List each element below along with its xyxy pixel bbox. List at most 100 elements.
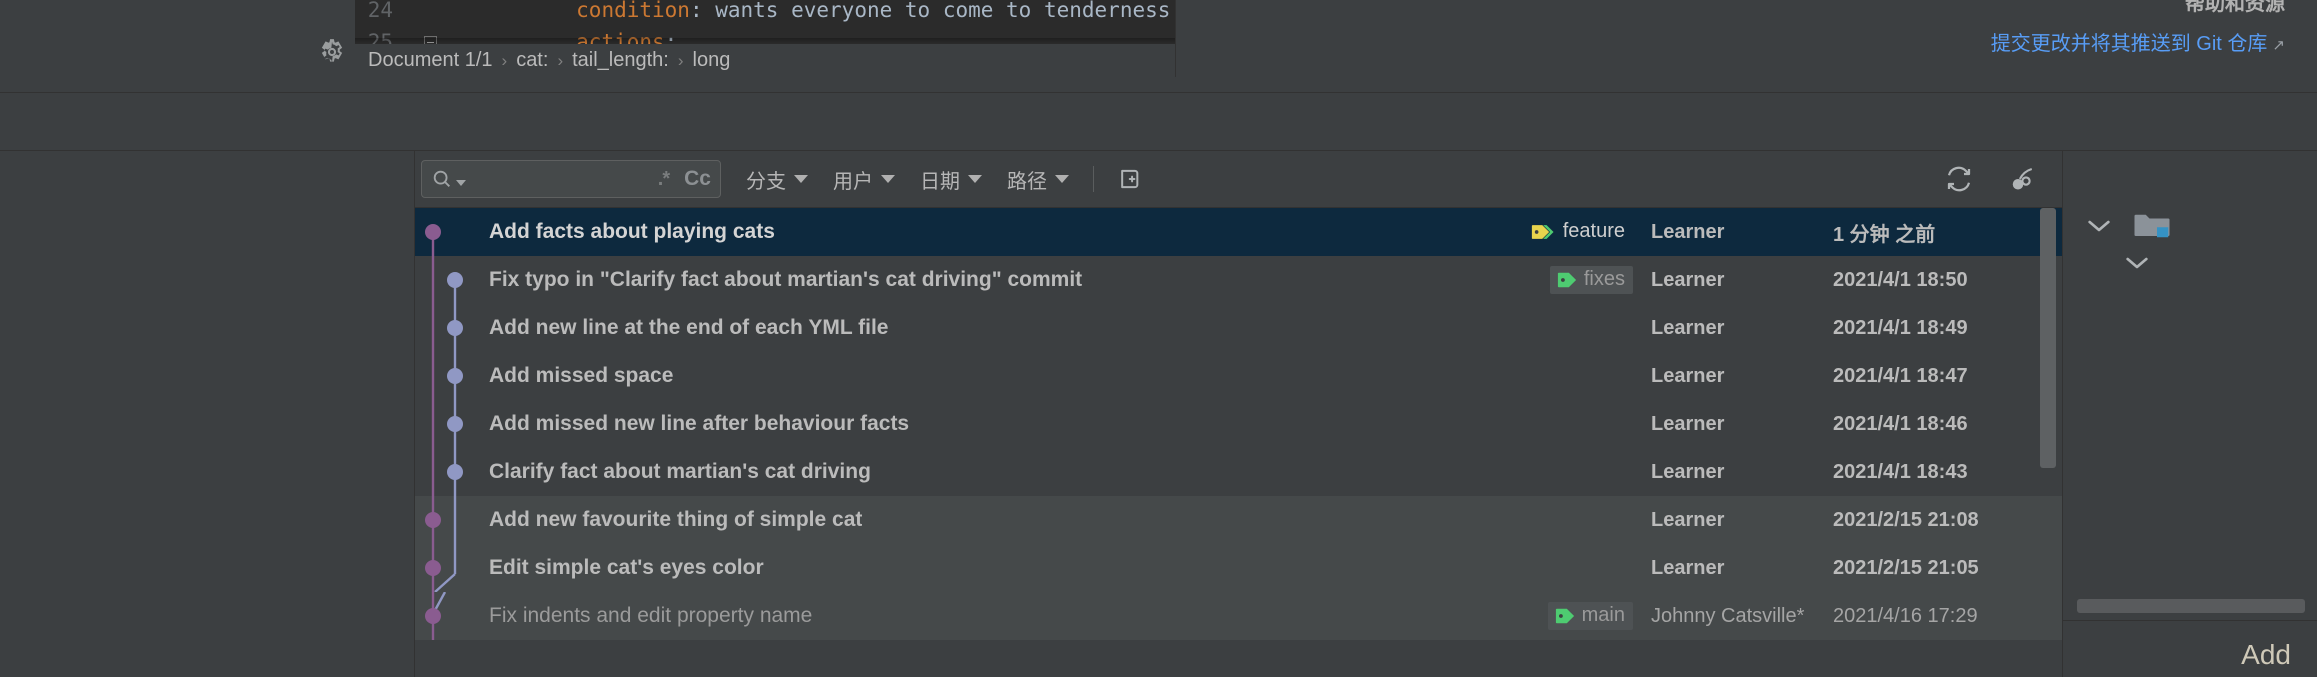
breadcrumb-item-cat[interactable]: cat: [516, 49, 548, 72]
gear-icon[interactable] [318, 38, 346, 66]
search-icon [433, 170, 450, 187]
commit-author: Learner [1651, 316, 1725, 339]
commit-node [425, 608, 441, 624]
commit-author: Johnny Catsville* [1651, 604, 1805, 627]
branch-tag-icon [1557, 272, 1576, 287]
folder-icon[interactable] [2133, 211, 2171, 246]
ref-chip-main[interactable]: main [1547, 602, 1633, 630]
breadcrumb-item-document[interactable]: Document 1/1 [368, 49, 493, 72]
commit-author: Learner [1651, 412, 1725, 435]
commit-subject: Edit simple cat's eyes color [489, 556, 764, 579]
breadcrumb-separator: › [557, 50, 564, 70]
ref-chip-feature[interactable]: feature [1525, 218, 1633, 246]
commit-subject: Clarify fact about martian's cat driving [489, 460, 871, 483]
ref-chip-fixes[interactable]: fixes [1549, 266, 1633, 294]
regex-toggle[interactable]: .* [658, 168, 670, 191]
filter-date[interactable]: 日期 [920, 165, 982, 194]
external-link-icon: ↗ [2272, 37, 2285, 54]
commit-list[interactable]: Add facts about playing cats feature Lea… [415, 208, 2063, 677]
code-key: condition [576, 0, 690, 22]
commit-refs: fixes [1393, 266, 1633, 294]
right-panel-horizontal-scrollbar[interactable] [2077, 599, 2305, 613]
filter-branch[interactable]: 分支 [746, 165, 808, 194]
refresh-icon[interactable] [1944, 164, 1974, 194]
table-row[interactable]: Add missed new line after behaviour fact… [415, 400, 2063, 448]
graph-lane-svg [425, 544, 457, 592]
commit-meta: Learner 2021/2/15 21:05 [1393, 557, 2063, 580]
log-toolbar: .* Cc 分支 用户 日期 路径 [415, 151, 2317, 207]
commit-author: Learner [1651, 460, 1725, 483]
commit-and-push-link[interactable]: 提交更改并将其推送到 Git 仓库 ↗ [1991, 27, 2285, 56]
commit-graph-cell [415, 496, 489, 544]
commit-list-scrollbar[interactable] [2040, 208, 2056, 468]
commit-subject: Fix typo in "Clarify fact about martian'… [489, 268, 1083, 291]
table-row[interactable]: Fix typo in "Clarify fact about martian'… [415, 256, 2063, 304]
filter-path[interactable]: 路径 [1007, 165, 1069, 194]
commit-graph-cell [415, 592, 489, 640]
right-panel-row-1 [2063, 208, 2171, 248]
branch-tag-icon [1555, 608, 1574, 623]
commit-graph-cell [415, 352, 489, 400]
ref-label: fixes [1583, 268, 1625, 290]
commit-node [447, 416, 463, 432]
commit-date: 2021/4/1 18:43 [1833, 460, 1968, 483]
top-area: 24 condition : wants everyone to come to… [0, 0, 2317, 151]
line-number: 24 [367, 0, 393, 22]
graph-lane-svg [431, 304, 463, 352]
chevron-down-icon [881, 175, 895, 183]
commit-meta: Learner 2021/4/1 18:46 [1393, 413, 2063, 436]
commit-meta: fixes Learner 2021/4/1 18:50 [1393, 266, 2063, 294]
ref-label: feature [1562, 220, 1625, 242]
commit-date: 2021/4/1 18:50 [1833, 268, 1968, 291]
git-log-panel: .* Cc 分支 用户 日期 路径 Add facts about playin… [0, 151, 2317, 677]
chevron-down-icon [794, 175, 808, 183]
graph-lane-svg [425, 224, 441, 256]
add-column-icon[interactable] [1114, 165, 1142, 193]
match-case-toggle[interactable]: Cc [684, 167, 711, 191]
git-log-window: 24 condition : wants everyone to come to… [0, 0, 2317, 677]
right-panel-footer-divider [2063, 620, 2317, 621]
commit-meta: main Johnny Catsville* 2021/4/16 17:29 [1393, 602, 2063, 630]
breadcrumb-separator: › [677, 50, 684, 70]
table-row[interactable]: Add new favourite thing of simple cat Le… [415, 496, 2063, 544]
commit-subject: Add new line at the end of each YML file [489, 316, 889, 339]
code-line-24: 24 condition : wants everyone to come to… [355, 0, 1171, 22]
search-input[interactable]: .* Cc [421, 160, 721, 198]
cherry-pick-icon[interactable] [2008, 164, 2038, 194]
commit-date: 2021/4/1 18:47 [1833, 364, 1968, 387]
search-icon-group[interactable] [431, 168, 466, 190]
commit-author: Learner [1651, 268, 1725, 291]
commit-meta: Learner 2021/4/1 18:43 [1393, 461, 2063, 484]
commit-and-push-link-label: 提交更改并将其推送到 Git 仓库 [1990, 33, 2268, 55]
chevron-down-icon[interactable] [456, 180, 466, 186]
commit-meta: Learner 2021/4/1 18:47 [1393, 365, 2063, 388]
table-row[interactable]: Fix indents and edit property name main … [415, 592, 2063, 640]
chevron-down-icon[interactable] [2121, 252, 2153, 279]
commit-node [447, 464, 463, 480]
table-row[interactable]: Clarify fact about martian's cat driving… [415, 448, 2063, 496]
graph-lane-svg [425, 496, 457, 544]
breadcrumb-item-tail-length[interactable]: tail_length: [572, 49, 669, 72]
commit-graph-cell [415, 400, 489, 448]
table-row[interactable]: Add new line at the end of each YML file… [415, 304, 2063, 352]
commit-graph-cell [415, 544, 489, 592]
filter-user[interactable]: 用户 [833, 165, 895, 194]
commit-graph-cell [415, 208, 489, 256]
table-row[interactable]: Add missed space Learner 2021/4/1 18:47 [415, 352, 2063, 400]
graph-lane-svg [425, 592, 447, 640]
commit-node [425, 224, 441, 240]
commit-meta: feature Learner 1 分钟 之前 [1393, 218, 2063, 247]
breadcrumb-item-long[interactable]: long [693, 49, 731, 72]
commit-date: 2021/4/1 18:46 [1833, 412, 1968, 435]
commit-date: 1 分钟 之前 [1833, 223, 1936, 246]
table-row[interactable]: Add facts about playing cats feature Lea… [415, 208, 2063, 256]
breadcrumb: Document 1/1 › cat: › tail_length: › lon… [355, 44, 1175, 77]
branch-tag-icon [1531, 224, 1554, 239]
add-button[interactable]: Add [2241, 639, 2291, 671]
chevron-down-icon[interactable] [2083, 215, 2115, 242]
chevron-down-icon [968, 175, 982, 183]
commit-date: 2021/4/1 18:49 [1833, 316, 1968, 339]
table-row[interactable]: Edit simple cat's eyes color Learner 202… [415, 544, 2063, 592]
graph-lane-svg [431, 448, 463, 496]
